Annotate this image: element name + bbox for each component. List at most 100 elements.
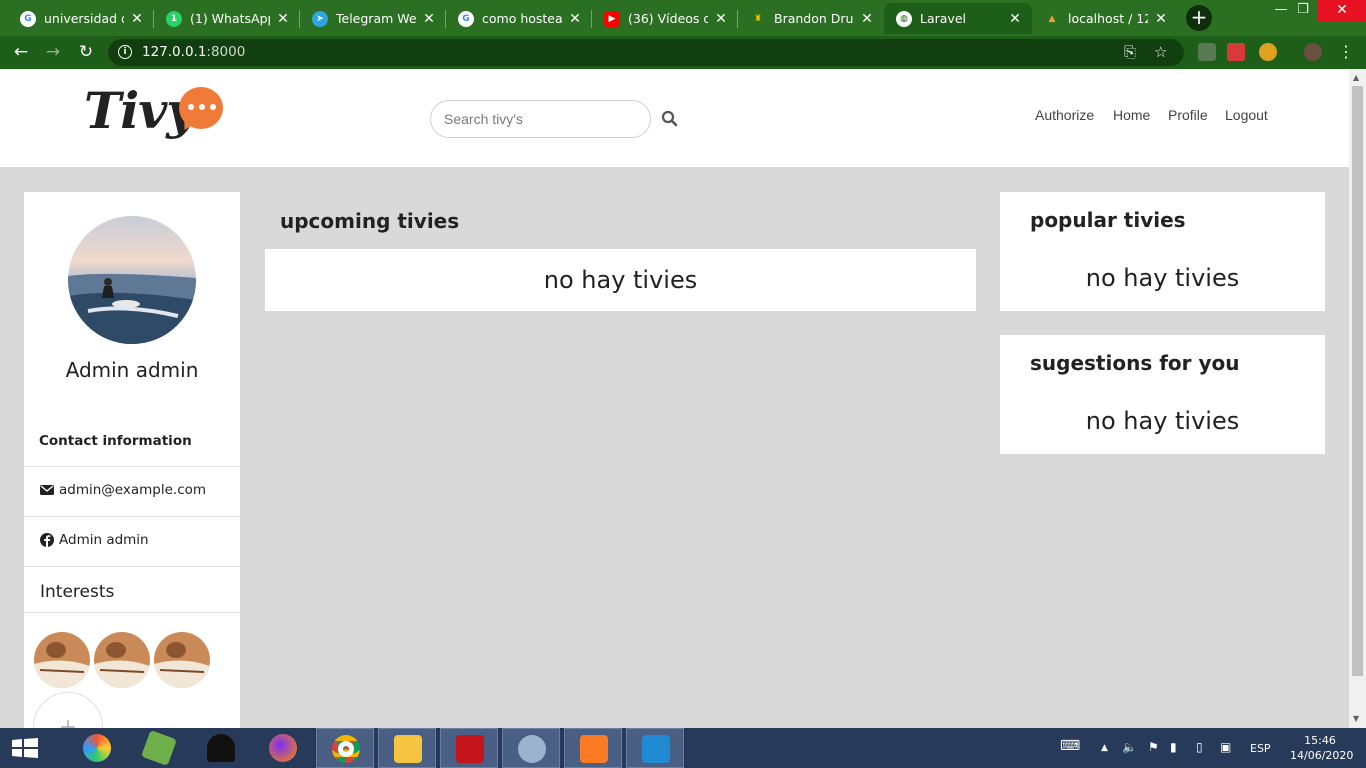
tab-whatsapp[interactable]: 1 (1) WhatsApp ✕: [154, 3, 300, 34]
profile-avatar-icon[interactable]: [1304, 43, 1322, 61]
taskbar-app-cutter[interactable]: [130, 728, 188, 768]
taskbar-app-firefox[interactable]: [254, 728, 312, 768]
tab-telegram[interactable]: ➤ Telegram Web ✕: [300, 3, 446, 34]
scroll-down-icon[interactable]: ▼: [1353, 714, 1359, 723]
contact-email[interactable]: admin@example.com: [40, 482, 206, 498]
phpmyadmin-icon: ▲: [1048, 13, 1056, 24]
search-icon[interactable]: [660, 109, 680, 129]
suggestions-empty-message: no hay tivies: [1085, 407, 1240, 435]
close-icon[interactable]: ✕: [714, 11, 728, 27]
new-tab-button[interactable]: +: [1186, 5, 1212, 31]
google-icon: G: [20, 10, 36, 27]
suggestions-card: sugestions for you no hay tivies: [1000, 335, 1325, 454]
tab-universidad[interactable]: G universidad de ✕: [8, 3, 154, 34]
browser-toolbar: ← → ↻ i 127.0.0.1:8000 ⎘ ☆ ⋮: [0, 36, 1366, 69]
popular-tivies-card: popular tivies no hay tivies: [1000, 192, 1325, 311]
extension-red-icon[interactable]: [1227, 43, 1245, 61]
address-bar[interactable]: i 127.0.0.1:8000 ⎘ ☆: [108, 39, 1184, 66]
input-method-icon[interactable]: ▣: [1220, 740, 1231, 754]
divider: [24, 516, 240, 517]
close-icon[interactable]: ✕: [1008, 11, 1022, 27]
taskbar-clock[interactable]: 15:46 14/06/2020: [1290, 733, 1353, 763]
close-icon[interactable]: ✕: [130, 11, 144, 27]
window-close-button[interactable]: ✕: [1318, 0, 1366, 22]
extension-pen-icon[interactable]: [1198, 43, 1216, 61]
search-input[interactable]: Search tivy's: [430, 100, 651, 138]
popular-empty-message: no hay tivies: [1085, 264, 1240, 292]
interest-avatar[interactable]: [154, 632, 210, 688]
page-viewport: Tivy Search tivy's Authorize Home Profil…: [0, 69, 1349, 728]
site-header: Tivy Search tivy's Authorize Home Profil…: [0, 69, 1349, 167]
tab-como-hostear[interactable]: G como hostear n ✕: [446, 3, 592, 34]
battery-icon[interactable]: ▯: [1196, 740, 1203, 754]
contact-information-heading: Contact information: [39, 433, 192, 449]
bookmark-star-icon[interactable]: ☆: [1154, 43, 1167, 61]
envelope-icon: [40, 485, 54, 495]
suggestions-heading: sugestions for you: [1030, 351, 1240, 375]
upcoming-tivies-heading: upcoming tivies: [280, 209, 460, 233]
globe-icon: ◍: [896, 10, 912, 27]
reload-button[interactable]: ↻: [74, 40, 98, 64]
nav-logout[interactable]: Logout: [1225, 107, 1268, 123]
volume-icon[interactable]: 🔈: [1122, 740, 1137, 754]
taskbar-app-file-explorer[interactable]: [378, 728, 436, 768]
scroll-up-icon[interactable]: ▲: [1353, 73, 1359, 82]
drupal-icon: ♜: [753, 13, 763, 24]
taskbar-app-chrome[interactable]: [316, 728, 374, 768]
profile-card: Admin admin Contact information admin@ex…: [24, 192, 240, 728]
divider: [24, 566, 240, 567]
flag-icon[interactable]: ⚑: [1148, 740, 1159, 754]
close-icon[interactable]: ✕: [1154, 11, 1168, 27]
contact-facebook[interactable]: Admin admin: [40, 532, 149, 548]
taskbar-app-vscode[interactable]: [626, 728, 684, 768]
menu-kebab-icon[interactable]: ⋮: [1334, 40, 1358, 64]
whatsapp-icon: 1: [166, 10, 182, 27]
tivy-logo[interactable]: Tivy: [84, 77, 229, 157]
upcoming-empty-message: no hay tivies: [265, 249, 976, 311]
windows-taskbar: ⌨ ▲ 🔈 ⚑ ▮ ▯ ▣ ESP 15:46 14/06/2020: [0, 728, 1366, 768]
add-interest-button[interactable]: +: [33, 692, 103, 728]
divider: [24, 466, 240, 467]
youtube-icon: ▶: [604, 10, 620, 27]
browser-tab-strip: G universidad de ✕ 1 (1) WhatsApp ✕ ➤ Te…: [0, 0, 1366, 36]
forward-button[interactable]: →: [41, 40, 65, 64]
url-text[interactable]: 127.0.0.1:8000: [142, 44, 245, 60]
interests-heading: Interests: [40, 582, 115, 602]
popular-tivies-heading: popular tivies: [1030, 208, 1186, 232]
info-icon[interactable]: i: [118, 45, 132, 59]
avatar[interactable]: [68, 216, 196, 344]
profile-name: Admin admin: [65, 358, 199, 382]
nav-home[interactable]: Home: [1113, 107, 1150, 123]
divider: [24, 612, 240, 613]
interest-avatar[interactable]: [94, 632, 150, 688]
windows-start-icon[interactable]: [12, 738, 38, 758]
tab-localhost[interactable]: ▲ localhost / 127. ✕: [1032, 3, 1178, 34]
back-button[interactable]: ←: [9, 40, 33, 64]
taskbar-app-paint[interactable]: [502, 728, 560, 768]
tray-expand-icon[interactable]: ▲: [1101, 743, 1108, 753]
tab-brandon-drupal[interactable]: ♜ Brandon Drupa ✕: [738, 3, 884, 34]
taskbar-app-inkscape[interactable]: [192, 728, 250, 768]
telegram-icon: ➤: [312, 10, 328, 27]
close-icon[interactable]: ✕: [422, 11, 436, 27]
language-indicator[interactable]: ESP: [1250, 742, 1271, 755]
google-icon: G: [458, 10, 474, 27]
interest-avatar[interactable]: [34, 632, 90, 688]
close-icon[interactable]: ✕: [568, 11, 582, 27]
nav-authorize[interactable]: Authorize: [1035, 107, 1094, 123]
close-icon[interactable]: ✕: [860, 11, 874, 27]
nav-profile[interactable]: Profile: [1168, 107, 1208, 123]
network-icon[interactable]: ▮: [1170, 740, 1177, 754]
page-scrollbar[interactable]: ▲ ▼: [1349, 69, 1366, 728]
taskbar-app-acrobat[interactable]: [440, 728, 498, 768]
extension-crown-icon[interactable]: [1259, 43, 1277, 61]
facebook-icon: [40, 533, 54, 547]
tab-laravel[interactable]: ◍ Laravel ✕: [884, 3, 1032, 34]
scrollbar-thumb[interactable]: [1352, 86, 1363, 676]
translate-icon[interactable]: ⎘: [1124, 43, 1136, 61]
taskbar-app-colorful[interactable]: [68, 728, 126, 768]
close-icon[interactable]: ✕: [276, 11, 290, 27]
tab-youtube[interactable]: ▶ (36) Vídeos que ✕: [592, 3, 738, 34]
taskbar-app-xampp[interactable]: [564, 728, 622, 768]
keyboard-icon[interactable]: ⌨: [1060, 738, 1080, 754]
